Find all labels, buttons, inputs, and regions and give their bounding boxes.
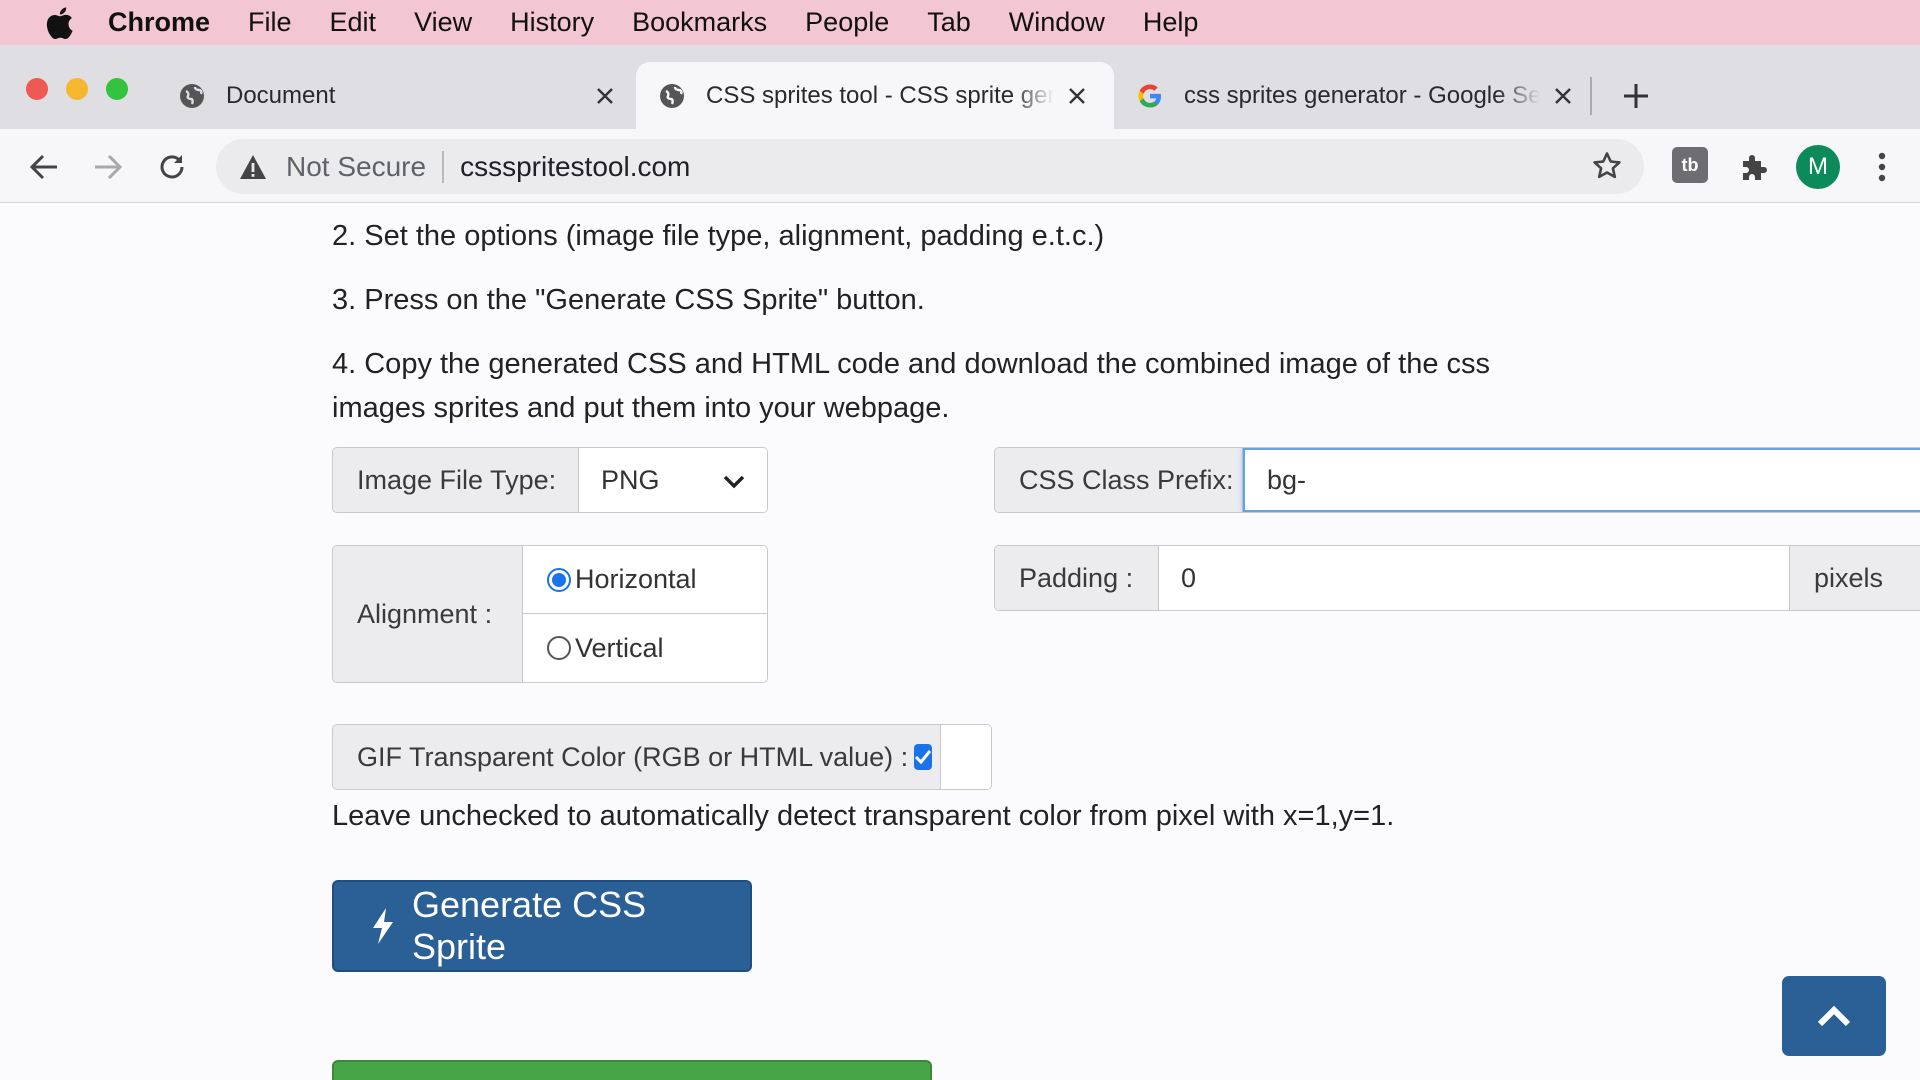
padding-input[interactable]: 0 <box>1159 546 1789 610</box>
scroll-to-top-button[interactable] <box>1782 976 1886 1056</box>
tab-google-search[interactable]: css sprites generator - Google Search <box>1136 62 1576 129</box>
more-menu-icon[interactable] <box>1864 149 1900 185</box>
alignment-horizontal-option[interactable]: Horizontal <box>523 546 767 614</box>
gif-transparent-label: GIF Transparent Color (RGB or HTML value… <box>333 725 941 789</box>
padding-group: Padding : 0 pixels <box>994 545 1920 611</box>
css-class-prefix-label: CSS Class Prefix: <box>995 448 1243 512</box>
lightning-bolt-icon <box>370 907 396 945</box>
generate-css-sprite-button[interactable]: Generate CSS Sprite <box>332 880 752 972</box>
horizontal-label: Horizontal <box>575 564 697 594</box>
image-file-type-group: Image File Type: PNG <box>332 447 768 513</box>
vertical-radio[interactable] <box>547 636 571 660</box>
close-tab-icon[interactable] <box>1064 83 1090 109</box>
extension-tb-icon[interactable]: tb <box>1672 147 1708 183</box>
padding-label: Padding : <box>995 546 1159 610</box>
menu-tab[interactable]: Tab <box>927 7 971 38</box>
tab-separator <box>1590 77 1592 115</box>
forward-arrow-icon[interactable] <box>90 149 126 185</box>
alignment-label: Alignment : <box>333 546 523 682</box>
menu-history[interactable]: History <box>510 7 594 38</box>
tab-title: CSS sprites tool - CSS sprite generator <box>706 81 1054 109</box>
close-tab-icon[interactable] <box>592 83 618 109</box>
alignment-options: Horizontal Vertical <box>523 546 767 682</box>
address-bar[interactable]: Not Secure cssspritestool.com <box>216 139 1644 194</box>
close-window-button[interactable] <box>26 78 48 100</box>
menu-chrome[interactable]: Chrome <box>108 7 210 38</box>
close-tab-icon[interactable] <box>1550 83 1576 109</box>
menu-help[interactable]: Help <box>1143 7 1199 38</box>
menu-file[interactable]: File <box>248 7 292 38</box>
url-text[interactable]: cssspritestool.com <box>460 151 690 183</box>
tab-document[interactable]: Document <box>178 62 618 129</box>
apple-icon[interactable] <box>40 6 78 39</box>
gif-transparent-checkbox[interactable] <box>914 744 933 770</box>
step-2-text: 2. Set the options (image file type, ali… <box>332 220 1105 252</box>
step-4-text: 4. Copy the generated CSS and HTML code … <box>332 348 1491 380</box>
back-arrow-icon[interactable] <box>26 149 62 185</box>
warning-icon[interactable] <box>238 152 268 182</box>
tab-title: Document <box>226 81 336 109</box>
step-4-text-continued: images sprites and put them into your we… <box>332 392 950 424</box>
menu-people[interactable]: People <box>805 7 889 38</box>
maximize-window-button[interactable] <box>106 78 128 100</box>
google-icon <box>1136 82 1164 110</box>
extensions-puzzle-icon[interactable] <box>1736 149 1772 185</box>
vertical-label: Vertical <box>575 632 664 663</box>
css-class-prefix-group: CSS Class Prefix: bg- <box>994 447 1920 513</box>
globe-icon <box>178 82 206 110</box>
reload-icon[interactable] <box>154 149 190 185</box>
security-status[interactable]: Not Secure <box>286 151 426 183</box>
image-file-type-value: PNG <box>601 464 660 495</box>
tab-title: css sprites generator - Google Search <box>1184 81 1540 109</box>
alignment-vertical-option[interactable]: Vertical <box>523 614 767 682</box>
gif-transparent-text: GIF Transparent Color (RGB or HTML value… <box>357 741 909 772</box>
menu-window[interactable]: Window <box>1009 7 1105 38</box>
omnibox-divider <box>442 150 445 183</box>
gif-help-text: Leave unchecked to automatically detect … <box>332 800 1395 832</box>
alignment-group: Alignment : Horizontal Vertical <box>332 545 768 683</box>
macos-menu-bar: Chrome File Edit View History Bookmarks … <box>0 0 1920 45</box>
menu-bookmarks[interactable]: Bookmarks <box>632 7 767 38</box>
new-tab-icon[interactable] <box>1618 78 1654 114</box>
step-3-text: 3. Press on the "Generate CSS Sprite" bu… <box>332 284 925 316</box>
green-action-button[interactable] <box>332 1060 932 1080</box>
chevron-down-icon <box>723 465 745 496</box>
globe-icon <box>658 82 686 110</box>
menu-edit[interactable]: Edit <box>330 7 377 38</box>
gif-transparent-group: GIF Transparent Color (RGB or HTML value… <box>332 724 992 790</box>
image-file-type-label: Image File Type: <box>333 448 579 512</box>
padding-unit: pixels <box>1789 546 1920 610</box>
gif-transparent-color-input[interactable] <box>941 725 991 789</box>
menu-view[interactable]: View <box>414 7 472 38</box>
image-file-type-select[interactable]: PNG <box>579 448 767 512</box>
horizontal-radio[interactable] <box>547 567 571 592</box>
chevron-up-icon <box>1817 1005 1851 1027</box>
tab-css-sprites-tool[interactable]: CSS sprites tool - CSS sprite generator <box>636 62 1114 129</box>
bookmark-star-icon[interactable] <box>1590 149 1624 183</box>
profile-avatar[interactable]: M <box>1796 145 1840 189</box>
minimize-window-button[interactable] <box>66 78 88 100</box>
page-content: 2. Set the options (image file type, ali… <box>0 204 1920 1080</box>
generate-button-label: Generate CSS Sprite <box>412 884 647 967</box>
css-class-prefix-input[interactable]: bg- <box>1243 448 1920 512</box>
